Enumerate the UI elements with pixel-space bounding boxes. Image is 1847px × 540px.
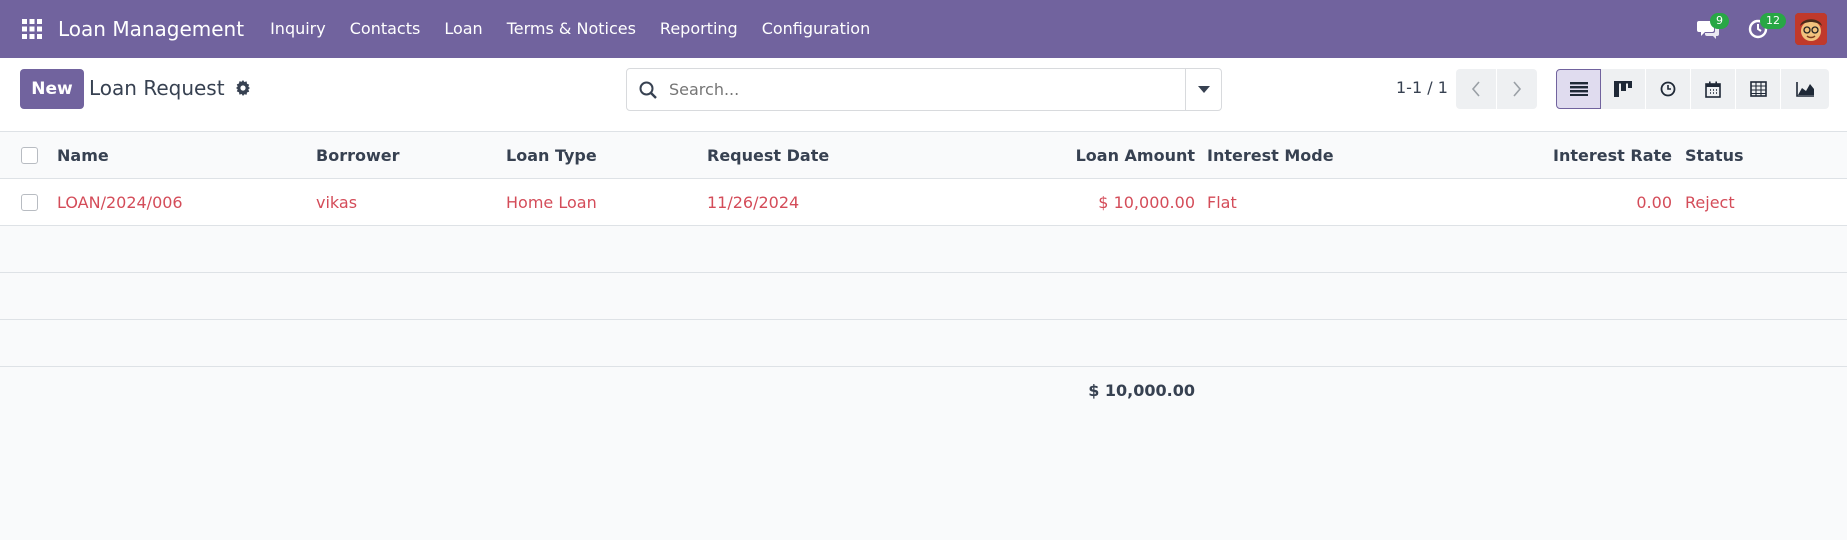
column-header-loan-amount[interactable]: Loan Amount [1050,132,1195,179]
control-panel: New Loan Request 1-1 / 1 [0,58,1847,132]
calendar-view-button[interactable] [1691,69,1736,109]
column-header-borrower[interactable]: Borrower [316,132,399,179]
table-header-row: Name Borrower Loan Type Request Date Loa… [0,132,1847,179]
row-checkbox[interactable] [21,194,38,211]
pager-previous-button[interactable] [1456,69,1496,109]
cell-request-date: 11/26/2024 [707,193,800,212]
caret-down-icon [1197,85,1210,93]
table-icon [1749,81,1767,97]
column-header-request-date[interactable]: Request Date [707,132,829,179]
apps-menu-icon[interactable] [0,0,64,58]
calendar-icon [1705,81,1721,98]
column-header-loan-type[interactable]: Loan Type [506,132,597,179]
menu-reporting[interactable]: Reporting [648,0,750,58]
activities-badge: 12 [1760,13,1786,29]
search-options-toggle[interactable] [1185,69,1221,110]
menu-configuration[interactable]: Configuration [750,0,883,58]
pager-buttons [1456,69,1537,109]
column-header-interest-rate[interactable]: Interest Rate [1520,132,1672,179]
new-button[interactable]: New [20,69,84,109]
main-menu: Inquiry Contacts Loan Terms & Notices Re… [258,0,882,58]
page-title: Loan Request [89,76,225,100]
pager-next-button[interactable] [1497,69,1537,109]
graph-view-button[interactable] [1781,69,1829,109]
column-header-name[interactable]: Name [57,132,109,179]
gear-icon[interactable] [235,80,251,96]
systray: 9 12 [1683,0,1847,58]
list-icon [1569,82,1588,96]
activities-button[interactable]: 12 [1733,0,1786,58]
view-switcher [1556,69,1829,109]
kanban-icon [1614,81,1632,97]
search-input[interactable] [669,80,1185,99]
pager-value[interactable]: 1-1 / 1 [1396,78,1448,97]
table-row[interactable]: LOAN/2024/006 vikas Home Loan 11/26/2024… [0,179,1847,226]
messages-badge: 9 [1710,13,1729,29]
cell-loan-amount: $ 10,000.00 [1098,193,1195,212]
list-view-button[interactable] [1556,69,1601,109]
app-title[interactable]: Loan Management [58,17,244,41]
table-footer: $ 10,000.00 [0,367,1847,414]
kanban-view-button[interactable] [1601,69,1646,109]
empty-row [0,320,1847,367]
column-header-interest-mode[interactable]: Interest Mode [1207,132,1334,179]
clock-icon [1660,81,1676,97]
select-all-checkbox[interactable] [21,147,38,164]
chevron-right-icon [1513,81,1522,97]
chevron-left-icon [1471,81,1480,97]
top-navbar: Loan Management Inquiry Contacts Loan Te… [0,0,1847,58]
menu-terms-notices[interactable]: Terms & Notices [495,0,648,58]
menu-loan[interactable]: Loan [432,0,494,58]
cell-loan-type: Home Loan [506,193,597,212]
cell-borrower: vikas [316,193,358,212]
menu-contacts[interactable]: Contacts [338,0,433,58]
activity-view-button[interactable] [1646,69,1691,109]
pivot-view-button[interactable] [1736,69,1781,109]
cell-interest-mode: Flat [1207,193,1237,212]
messages-button[interactable]: 9 [1683,0,1733,58]
search-bar [626,68,1222,111]
area-chart-icon [1795,82,1814,97]
loan-list-table: Name Borrower Loan Type Request Date Loa… [0,132,1847,414]
cell-name: LOAN/2024/006 [57,193,183,212]
empty-row [0,273,1847,320]
cell-interest-rate: 0.00 [1636,193,1672,212]
menu-inquiry[interactable]: Inquiry [258,0,338,58]
cell-status: Reject [1685,193,1735,212]
user-avatar[interactable] [1795,13,1827,45]
search-icon [627,81,669,99]
loan-amount-total: $ 10,000.00 [1088,381,1195,400]
breadcrumb: Loan Request [89,76,251,100]
empty-row [0,226,1847,273]
column-header-status[interactable]: Status [1685,132,1744,179]
